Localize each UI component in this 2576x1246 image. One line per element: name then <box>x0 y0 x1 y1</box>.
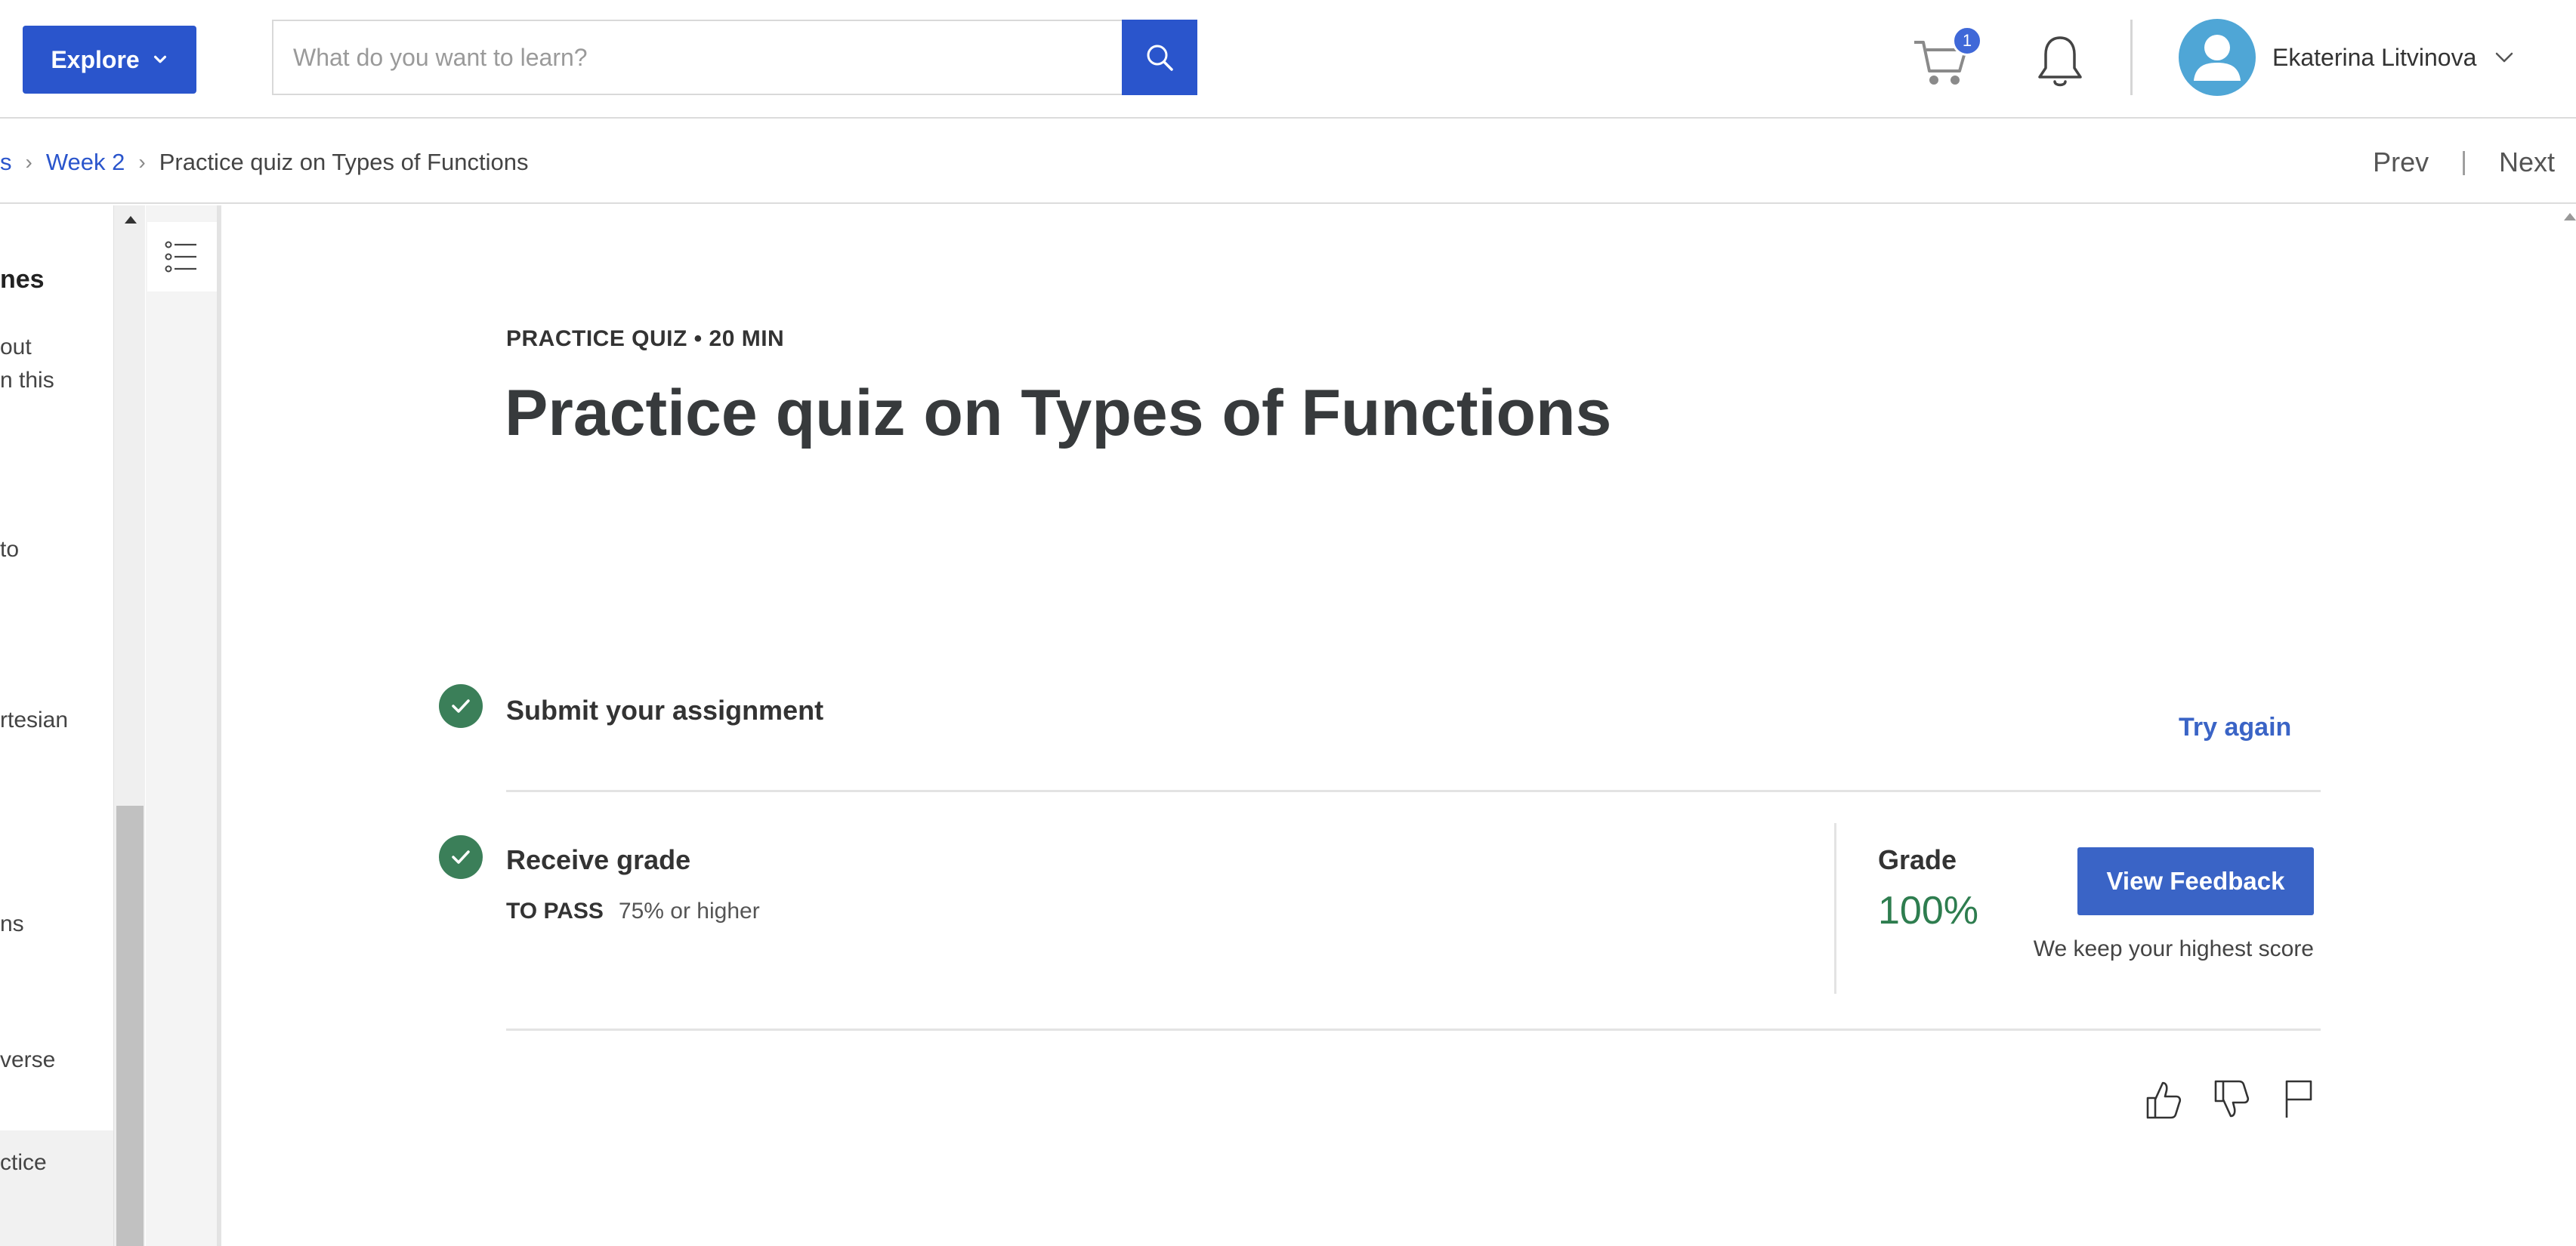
user-icon <box>2194 35 2241 81</box>
explore-label: Explore <box>51 45 140 73</box>
check-circle-icon <box>439 835 483 879</box>
next-link[interactable]: Next <box>2499 146 2555 178</box>
toc-toggle-button[interactable] <box>147 222 217 291</box>
sidebar-heading: nes <box>0 265 45 294</box>
grade-label: Grade <box>1878 844 1957 875</box>
sidebar-item[interactable]: verse <box>0 1044 55 1077</box>
page-title: Practice quiz on Types of Functions <box>505 377 1612 449</box>
sidebar-item[interactable]: to <box>0 533 19 566</box>
quiz-kicker: PRACTICE QUIZ • 20 MIN <box>506 326 785 351</box>
try-again-link[interactable]: Try again <box>2179 713 2291 742</box>
check-circle-icon <box>439 684 483 728</box>
breadcrumb-item[interactable]: s <box>0 149 12 176</box>
header-divider <box>2130 20 2133 95</box>
user-name: Ekaterina Litvinova <box>2272 43 2477 71</box>
to-pass-value: 75% or higher <box>618 899 760 924</box>
search-icon <box>1147 45 1173 71</box>
chevron-right-icon: › <box>138 150 146 174</box>
sidebar-scrollbar[interactable] <box>113 205 145 1246</box>
prev-link[interactable]: Prev <box>2373 146 2429 178</box>
breadcrumb: s › Week 2 › Practice quiz on Types of F… <box>0 120 529 204</box>
search-button[interactable] <box>1122 20 1197 95</box>
search-input[interactable] <box>272 20 1123 95</box>
sidebar-item[interactable]: out <box>0 331 32 364</box>
receive-grade-label: Receive grade <box>506 844 691 875</box>
breadcrumb-item-week[interactable]: Week 2 <box>46 149 125 176</box>
cart-button[interactable]: 1 <box>1911 23 1982 91</box>
thumbs-down-icon[interactable] <box>2210 1077 2252 1122</box>
chevron-down-icon <box>2496 52 2513 63</box>
flag-icon[interactable] <box>2278 1077 2320 1122</box>
sidebar-item[interactable]: n this <box>0 364 54 397</box>
bell-icon <box>2038 36 2082 87</box>
chevron-down-icon <box>153 55 166 63</box>
main-content: PRACTICE QUIZ • 20 MIN Practice quiz on … <box>227 205 2576 1246</box>
submit-assignment-label: Submit your assignment <box>506 695 824 726</box>
view-feedback-button[interactable]: View Feedback <box>2077 847 2314 915</box>
breadcrumb-bar: s › Week 2 › Practice quiz on Types of F… <box>0 120 2576 204</box>
sidebar-item[interactable]: ctice <box>0 1146 47 1180</box>
grade-value: 100% <box>1878 889 1978 933</box>
sidebar-item[interactable]: ns <box>0 908 24 941</box>
scroll-up-arrow-icon[interactable] <box>125 216 137 224</box>
feedback-actions <box>2142 1077 2320 1122</box>
breadcrumb-current: Practice quiz on Types of Functions <box>159 148 529 175</box>
nav-separator: | <box>2460 147 2467 176</box>
scrollbar-thumb[interactable] <box>116 806 144 1246</box>
cart-count-badge: 1 <box>1952 26 1982 56</box>
avatar <box>2179 19 2256 96</box>
vertical-divider <box>1834 823 1836 994</box>
explore-button[interactable]: Explore <box>23 26 196 94</box>
to-pass-label: TO PASS <box>506 899 604 924</box>
top-header: Explore 1 Ekaterina Litvinova <box>0 0 2576 119</box>
toc-strip <box>146 205 221 1246</box>
highest-score-note: We keep your highest score <box>2033 936 2314 961</box>
chevron-right-icon: › <box>25 150 32 174</box>
notifications-button[interactable] <box>2034 32 2086 92</box>
list-icon <box>165 241 196 273</box>
user-menu[interactable]: Ekaterina Litvinova <box>2179 18 2516 97</box>
pass-requirement: TO PASS 75% or higher <box>506 899 760 924</box>
course-sidebar: nes out n this to rtesian ns verse ctice <box>0 205 113 1246</box>
prev-next-nav: Prev | Next <box>2373 120 2555 204</box>
divider <box>506 790 2321 792</box>
thumbs-up-icon[interactable] <box>2142 1077 2184 1122</box>
sidebar-item[interactable]: rtesian <box>0 704 68 737</box>
divider <box>506 1029 2321 1031</box>
